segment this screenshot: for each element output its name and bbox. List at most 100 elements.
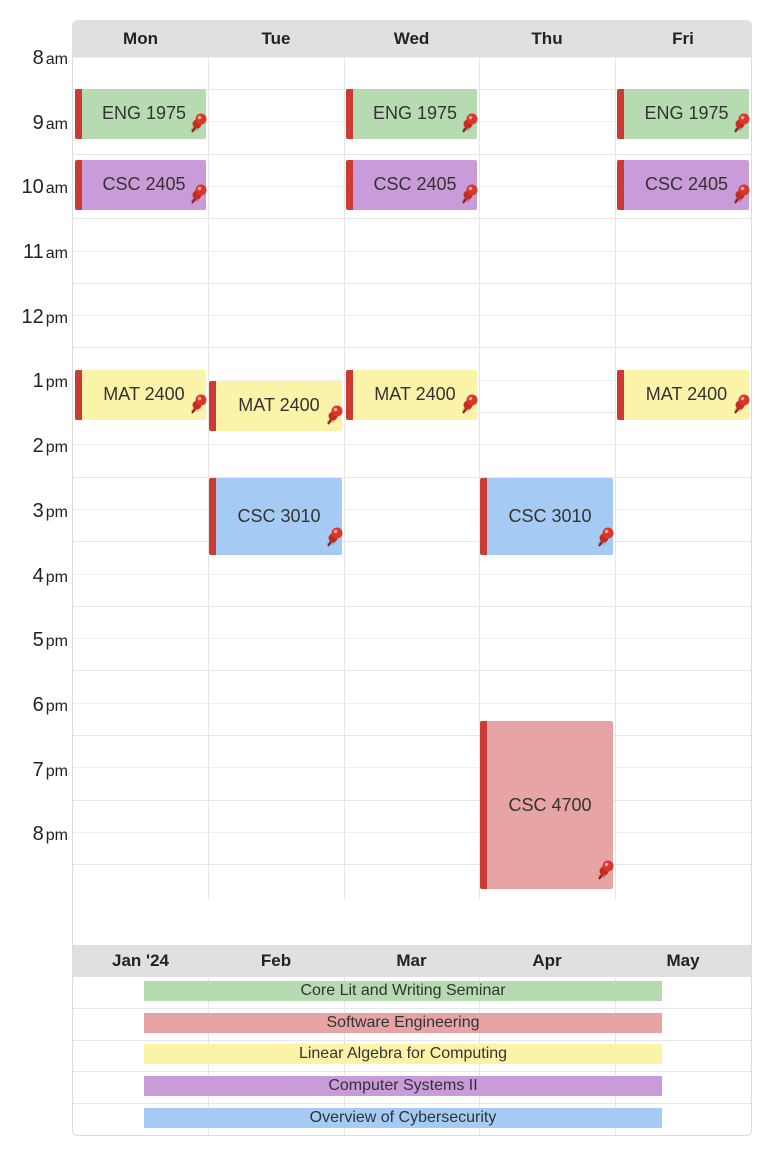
hour-gridline — [73, 154, 751, 155]
timeline-row-divider — [73, 1071, 751, 1072]
timeline-month-label: Mar — [396, 951, 427, 970]
pushpin-icon[interactable] — [186, 184, 208, 206]
day-header-tue: Tue — [261, 29, 291, 48]
pushpin-icon[interactable] — [457, 184, 479, 206]
day-header-mon: Mon — [123, 29, 158, 48]
event-label: CSC 4700 — [508, 795, 592, 815]
time-label: 4 pm — [33, 565, 68, 588]
time-label-meridiem: pm — [45, 763, 68, 780]
hour-gridline — [73, 800, 751, 801]
hour-gridline — [73, 218, 751, 219]
calendar-grid: ENG 1975 ENG 1975 ENG 1975 CSC 2405 CSC … — [73, 57, 751, 899]
time-label-meridiem: am — [45, 180, 68, 197]
hour-gridline — [73, 735, 751, 736]
event-mat-2400-fri[interactable]: MAT 2400 — [617, 370, 751, 420]
time-label: 12 pm — [22, 306, 68, 329]
event-csc-2405-fri[interactable]: CSC 2405 — [617, 160, 751, 210]
day-header-thu: Thu — [531, 29, 563, 48]
pushpin-icon[interactable] — [729, 184, 751, 206]
time-label-hour: 4 — [32, 565, 44, 587]
time-label: 10 am — [22, 176, 68, 199]
time-label-meridiem: pm — [45, 439, 68, 456]
time-label-hour: 8 — [32, 823, 44, 845]
time-label-hour: 9 — [32, 112, 44, 134]
time-label: 6 pm — [33, 694, 68, 717]
term-timeline: Core Lit and Writing Seminar Software En… — [73, 977, 751, 1135]
event-eng-1975-fri[interactable]: ENG 1975 — [617, 89, 751, 139]
half-hour-gridline — [73, 767, 751, 768]
half-hour-gridline — [73, 444, 751, 445]
event-mat-2400-mon[interactable]: MAT 2400 — [75, 370, 208, 420]
timeline-row-divider — [73, 1008, 751, 1009]
time-label-hour: 12 — [21, 306, 44, 328]
time-label-meridiem: pm — [45, 374, 68, 391]
pushpin-icon[interactable] — [322, 405, 344, 427]
hour-gridline — [73, 477, 751, 478]
pushpin-icon[interactable] — [186, 113, 208, 135]
event-csc-4700-thu[interactable]: CSC 4700 — [480, 721, 615, 889]
pushpin-icon[interactable] — [593, 860, 615, 882]
hour-gridline — [73, 606, 751, 607]
time-label-hour: 5 — [32, 629, 44, 651]
time-label: 5 pm — [33, 629, 68, 652]
timeline-month-label: Apr — [532, 951, 562, 970]
course-bar-linear-algebra[interactable]: Linear Algebra for Computing — [144, 1044, 662, 1064]
timeline-row-divider — [73, 1040, 751, 1041]
time-label: 1 pm — [33, 370, 68, 393]
half-hour-gridline — [73, 638, 751, 639]
time-label: 11 am — [23, 241, 68, 264]
course-bar-computer-systems[interactable]: Computer Systems II — [144, 1076, 662, 1096]
course-bar-software-engineering[interactable]: Software Engineering — [144, 1013, 662, 1033]
half-hour-gridline — [73, 574, 751, 575]
event-eng-1975-wed[interactable]: ENG 1975 — [346, 89, 479, 139]
hour-gridline — [73, 283, 751, 284]
time-label-hour: 2 — [32, 435, 44, 457]
half-hour-gridline — [73, 509, 751, 510]
time-label-hour: 1 — [32, 370, 44, 392]
timeline-row-divider — [73, 1103, 751, 1104]
hour-gridline — [73, 541, 751, 542]
pushpin-icon[interactable] — [186, 394, 208, 416]
time-label-meridiem: pm — [45, 504, 68, 521]
course-bar-core-lit[interactable]: Core Lit and Writing Seminar — [144, 981, 662, 1001]
hour-gridline — [73, 670, 751, 671]
time-label-hour: 11 — [23, 241, 44, 263]
timeline-month-label: Jan '24 — [112, 951, 169, 970]
hour-gridline — [73, 347, 751, 348]
pushpin-icon[interactable] — [593, 527, 615, 549]
term-timeline-header: Jan '24 Feb Mar Apr May — [73, 945, 751, 977]
course-bar-cybersecurity[interactable]: Overview of Cybersecurity — [144, 1108, 662, 1128]
hour-gridline — [73, 864, 751, 865]
event-csc-2405-wed[interactable]: CSC 2405 — [346, 160, 479, 210]
time-label-meridiem: pm — [45, 310, 68, 327]
time-label-meridiem: pm — [45, 827, 68, 844]
event-label: CSC 3010 — [508, 506, 592, 526]
half-hour-gridline — [73, 315, 751, 316]
time-label: 2 pm — [33, 435, 68, 458]
time-label: 7 pm — [33, 759, 68, 782]
event-csc-3010-thu[interactable]: CSC 3010 — [480, 478, 615, 555]
day-header-wed: Wed — [393, 29, 430, 48]
time-label-hour: 7 — [32, 759, 44, 781]
time-label-hour: 10 — [21, 176, 44, 198]
event-mat-2400-wed[interactable]: MAT 2400 — [346, 370, 479, 420]
time-label-meridiem: pm — [45, 633, 68, 650]
timeline-month-label: May — [666, 951, 700, 970]
half-hour-gridline — [73, 57, 751, 58]
event-eng-1975-mon[interactable]: ENG 1975 — [75, 89, 208, 139]
pushpin-icon[interactable] — [457, 113, 479, 135]
weekly-calendar: Mon Tue Wed Thu Fri ENG 1975 ENG 1975 EN… — [72, 20, 752, 1136]
time-label: 3 pm — [33, 500, 68, 523]
day-header-fri: Fri — [672, 29, 694, 48]
time-label-hour: 3 — [32, 500, 44, 522]
pushpin-icon[interactable] — [729, 113, 751, 135]
column-divider — [344, 57, 345, 899]
pushpin-icon[interactable] — [322, 527, 344, 549]
pushpin-icon[interactable] — [457, 394, 479, 416]
event-csc-2405-mon[interactable]: CSC 2405 — [75, 160, 208, 210]
event-csc-3010-tue[interactable]: CSC 3010 — [209, 478, 344, 555]
pushpin-icon[interactable] — [729, 394, 751, 416]
time-label-hour: 8 — [32, 47, 44, 69]
half-hour-gridline — [73, 832, 751, 833]
event-mat-2400-tue[interactable]: MAT 2400 — [209, 381, 344, 431]
